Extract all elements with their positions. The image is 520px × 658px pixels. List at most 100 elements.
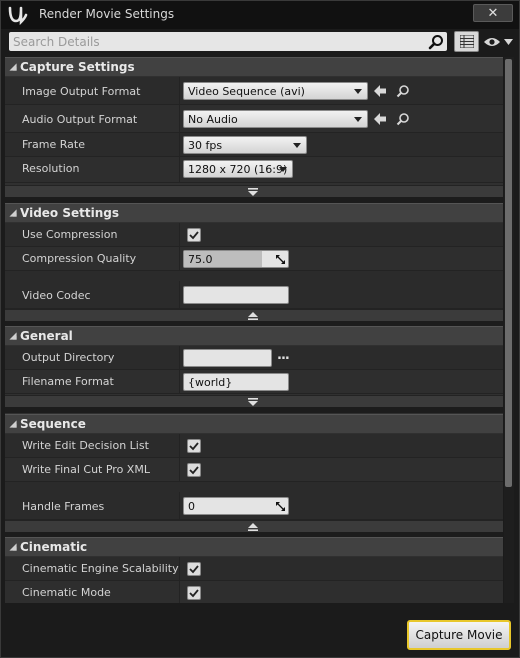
use-compression-checkbox[interactable] [187,228,201,242]
property-row-handle-frames: Handle Frames 0 [5,492,503,520]
column-divider[interactable] [179,370,180,393]
property-row-cinematic-engine-scalability: Cinematic Engine Scalability [5,557,503,581]
scrollbar-thumb[interactable] [505,59,512,487]
combo-value: 30 fps [188,139,223,152]
column-divider[interactable] [179,105,180,132]
property-name: Image Output Format [22,85,141,98]
combo-value: 1280 x 720 (16:9) [188,163,288,176]
property-row-filename-format: Filename Format {world} [5,370,503,394]
category-label: Capture Settings [20,60,135,74]
property-row-resolution: Resolution 1280 x 720 (16:9) [5,157,503,183]
expand-down-icon [248,188,258,196]
category-video-settings[interactable]: Video Settings [5,203,503,222]
column-divider[interactable] [179,281,180,308]
browse-magnifier-icon[interactable] [396,84,410,98]
property-matrix-button[interactable] [454,31,479,52]
property-name: Cinematic Engine Scalability [22,562,179,575]
frame-rate-combo[interactable]: 30 fps [183,136,307,154]
collapse-up-icon [248,312,258,320]
vertical-scrollbar[interactable] [504,57,514,603]
advanced-expand-bar[interactable] [5,185,503,197]
chevron-down-icon [293,143,301,148]
render-movie-settings-window: Render Movie Settings ✕ Search Details C… [0,0,520,658]
advanced-collapse-bar[interactable] [5,309,503,321]
column-divider[interactable] [179,133,180,156]
search-box[interactable] [9,32,447,51]
output-directory-field[interactable] [183,349,272,367]
expand-down-icon [248,398,258,406]
collapse-up-icon [248,523,258,531]
property-row-audio-output-format: Audio Output Format No Audio [5,105,503,133]
property-row-video-codec: Video Codec [5,281,503,309]
video-codec-field[interactable] [183,286,289,304]
view-options-button[interactable] [483,33,513,51]
category-label: General [20,329,73,343]
combo-value: Video Sequence (avi) [188,85,305,98]
column-divider[interactable] [179,223,180,246]
collapse-arrow-icon [9,420,17,428]
property-name: Video Codec [22,289,91,302]
property-name: Cinematic Mode [22,586,111,599]
close-button[interactable]: ✕ [473,4,513,22]
property-row-compression-quality: Compression Quality 75.0 [5,247,503,271]
resolution-combo[interactable]: 1280 x 720 (16:9) [183,160,293,178]
category-gap [5,407,503,413]
column-divider[interactable] [179,157,180,182]
chevron-down-icon [504,39,513,45]
column-divider[interactable] [179,458,180,481]
spin-value: 75.0 [188,253,213,266]
category-sequence[interactable]: Sequence [5,414,503,433]
handle-frames-spinbox[interactable]: 0 [183,497,289,515]
property-row-output-directory: Output Directory ... [5,346,503,370]
category-capture-settings[interactable]: Capture Settings [5,57,503,76]
column-divider[interactable] [179,77,180,104]
property-row-write-fcp-xml: Write Final Cut Pro XML [5,458,503,482]
advanced-collapse-bar[interactable] [5,520,503,532]
browse-directory-button[interactable]: ... [277,348,290,363]
compression-quality-spinbox[interactable]: 75.0 [183,250,289,268]
collapse-arrow-icon [9,209,17,217]
property-row-write-edl: Write Edit Decision List [5,434,503,458]
category-general[interactable]: General [5,326,503,345]
capture-movie-button[interactable]: Capture Movie [407,620,511,650]
write-fcp-xml-checkbox[interactable] [187,463,201,477]
column-divider[interactable] [179,346,180,369]
use-selected-arrow-icon[interactable] [373,112,387,126]
drag-grip-icon[interactable] [275,501,286,512]
column-divider[interactable] [179,247,180,270]
separator [5,482,503,492]
drag-grip-icon[interactable] [275,254,286,265]
advanced-expand-bar[interactable] [5,395,503,407]
browse-magnifier-icon[interactable] [396,112,410,126]
checkmark-icon [189,589,199,598]
image-output-format-combo[interactable]: Video Sequence (avi) [183,82,368,100]
use-selected-arrow-icon[interactable] [373,84,387,98]
search-input[interactable] [13,34,423,49]
collapse-arrow-icon [9,63,17,71]
cinematic-engine-scalability-checkbox[interactable] [187,562,201,576]
property-name: Frame Rate [22,138,85,151]
chevron-down-icon [354,117,362,122]
category-cinematic[interactable]: Cinematic [5,537,503,556]
column-divider[interactable] [179,557,180,580]
column-divider[interactable] [179,581,180,603]
column-divider[interactable] [179,434,180,457]
audio-output-format-combo[interactable]: No Audio [183,110,368,128]
checkmark-icon [189,231,199,240]
property-row-frame-rate: Frame Rate 30 fps [5,133,503,157]
separator [5,271,503,281]
chevron-down-icon [279,167,287,172]
eye-icon [484,38,500,46]
spin-value: 0 [188,500,195,513]
column-divider[interactable] [179,492,180,519]
property-name: Handle Frames [22,500,105,513]
property-row-cinematic-mode: Cinematic Mode [5,581,503,603]
category-label: Sequence [20,417,86,431]
search-icon[interactable] [428,34,444,50]
details-panel: Capture Settings Image Output Format Vid… [5,57,503,603]
unreal-engine-logo-icon [8,6,28,25]
property-row-image-output-format: Image Output Format Video Sequence (avi) [5,77,503,105]
cinematic-mode-checkbox[interactable] [187,586,201,600]
write-edl-checkbox[interactable] [187,439,201,453]
filename-format-field[interactable]: {world} [183,373,289,391]
